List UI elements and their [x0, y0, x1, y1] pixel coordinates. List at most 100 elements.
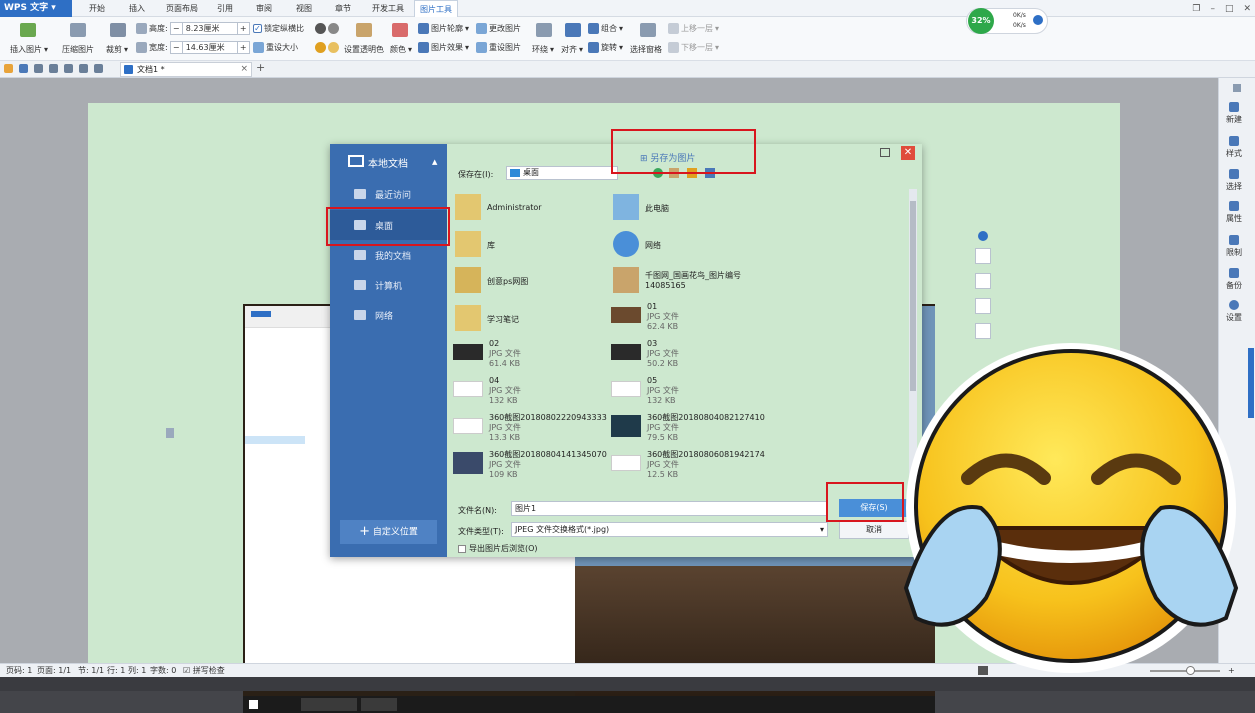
height-stepper[interactable]: −8.23厘米 + — [169, 22, 250, 35]
bring-forward-button[interactable]: 上移一层 ▾ — [668, 23, 719, 34]
crop-icon[interactable] — [975, 298, 991, 314]
pane-properties[interactable]: 属性 — [1219, 201, 1249, 224]
list-item[interactable]: 02 JPG 文件 61.4 KB — [453, 339, 521, 369]
tab-insert[interactable]: 插入 — [120, 0, 154, 17]
list-item[interactable]: 01 JPG 文件 62.4 KB — [611, 302, 679, 332]
restore-icon[interactable]: ❐ — [1192, 4, 1200, 14]
checkbox-checked-icon[interactable]: ✓ — [253, 24, 262, 33]
list-item[interactable]: 05 JPG 文件 132 KB — [611, 376, 679, 406]
save-in-select[interactable]: 桌面 — [506, 166, 618, 180]
pane-new[interactable]: 新建 — [1219, 102, 1249, 125]
close-icon[interactable]: ✕ — [1243, 4, 1251, 14]
tab-view[interactable]: 视图 — [287, 0, 321, 17]
nav-item-recent[interactable]: 最近访问 — [330, 179, 447, 209]
compress-picture-button[interactable]: 压缩图片 — [62, 44, 94, 55]
brightness-buttons[interactable] — [315, 42, 339, 53]
plus-icon[interactable]: + — [236, 23, 249, 34]
brightness-down-icon[interactable] — [328, 42, 339, 53]
reset-picture-button[interactable]: 重设图片 — [476, 42, 521, 53]
list-item[interactable]: Administrator — [455, 194, 542, 220]
pane-select[interactable]: 选择 — [1219, 169, 1249, 192]
wrap-button[interactable]: 环绕 ▾ — [532, 44, 554, 55]
width-stepper[interactable]: −14.63厘米 + — [169, 41, 250, 54]
nav-item-network[interactable]: 网络 — [330, 300, 447, 330]
selection-pane-button[interactable]: 选择窗格 — [630, 44, 662, 55]
tab-page-layout[interactable]: 页面布局 — [160, 0, 204, 17]
nav-item-computer[interactable]: 计算机 — [330, 270, 447, 300]
print-icon[interactable] — [49, 64, 58, 73]
contrast-icon[interactable] — [315, 23, 326, 34]
height-value[interactable]: 8.23厘米 — [183, 23, 237, 34]
list-item[interactable]: 04 JPG 文件 132 KB — [453, 376, 521, 406]
export-browse-checkbox[interactable]: 导出图片后浏览(O) — [458, 543, 538, 554]
send-backward-button[interactable]: 下移一层 ▾ — [668, 42, 719, 53]
contrast-down-icon[interactable] — [328, 23, 339, 34]
zoom-icon[interactable] — [975, 273, 991, 289]
maximize-icon[interactable]: □ — [1225, 4, 1234, 14]
pane-restrict[interactable]: 限制 — [1219, 235, 1249, 258]
undo-icon[interactable] — [79, 64, 88, 73]
tab-developer[interactable]: 开发工具 — [366, 0, 410, 17]
close-dialog-icon[interactable]: ✕ — [901, 146, 915, 160]
rotate-button[interactable]: 旋转 ▾ — [588, 42, 623, 53]
minus-icon[interactable]: − — [171, 42, 183, 53]
tab-references[interactable]: 引用 — [208, 0, 242, 17]
color-button[interactable]: 颜色 ▾ — [390, 44, 412, 55]
pane-settings[interactable]: 设置 — [1219, 300, 1249, 323]
width-value[interactable]: 14.63厘米 — [183, 42, 237, 53]
network-speed-widget[interactable]: 32% 0K/s 0K/s — [966, 8, 1048, 34]
list-item[interactable]: 此电脑 — [613, 194, 669, 220]
list-item[interactable]: 360截图20180804082127410 JPG 文件 79.5 KB — [611, 413, 765, 443]
layout-icon[interactable] — [975, 323, 991, 339]
pane-toggle-icon[interactable] — [1233, 84, 1241, 92]
list-item[interactable]: 网络 — [613, 231, 661, 257]
list-item[interactable]: 创意ps网图 — [455, 267, 528, 293]
maximize-icon[interactable] — [880, 148, 890, 157]
align-button[interactable]: 对齐 ▾ — [561, 44, 583, 55]
list-item[interactable]: 千图网_国画花鸟_图片编号14085165 — [613, 267, 753, 293]
brightness-icon[interactable] — [315, 42, 326, 53]
picture-outline-button[interactable]: 图片轮廓 ▾ — [418, 23, 469, 34]
filename-input[interactable]: 图片1 — [511, 501, 828, 516]
reset-size-button[interactable]: 重设大小 — [253, 42, 298, 53]
minus-icon[interactable]: − — [171, 23, 183, 34]
pane-scroll-indicator[interactable] — [1248, 348, 1254, 418]
chevron-up-icon[interactable]: ▲ — [432, 158, 437, 166]
set-transparent-button[interactable]: 设置透明色 — [344, 44, 384, 55]
contrast-buttons[interactable] — [315, 23, 339, 34]
change-picture-button[interactable]: 更改图片 — [476, 23, 521, 34]
insert-picture-button[interactable]: 插入图片 ▾ — [10, 44, 48, 55]
collapse-icon[interactable] — [978, 231, 988, 241]
wps-menu-button[interactable]: WPS 文字 ▾ — [0, 0, 72, 17]
pane-styles[interactable]: 样式 — [1219, 136, 1249, 159]
tab-review[interactable]: 审阅 — [247, 0, 281, 17]
new-tab-button[interactable]: + — [256, 61, 265, 74]
lock-ratio-checkbox[interactable]: ✓ 锁定纵横比 — [253, 23, 304, 34]
tab-chapter[interactable]: 章节 — [326, 0, 360, 17]
picture-effect-button[interactable]: 图片效果 ▾ — [418, 42, 469, 53]
tab-home[interactable]: 开始 — [80, 0, 114, 17]
checkbox-icon[interactable] — [458, 544, 466, 553]
list-item[interactable]: 库 — [455, 231, 495, 257]
group-button[interactable]: 组合 ▾ — [588, 23, 623, 34]
minimize-icon[interactable]: – — [1210, 4, 1215, 14]
open-icon[interactable] — [4, 64, 13, 73]
close-tab-icon[interactable]: × — [240, 63, 248, 76]
preview-icon[interactable] — [64, 64, 73, 73]
save-icon[interactable] — [19, 64, 28, 73]
custom-location-button[interactable]: + 自定义位置 — [340, 520, 437, 544]
plus-icon[interactable]: + — [236, 42, 249, 53]
picture-edit-icon[interactable] — [975, 248, 991, 264]
list-item[interactable]: 360截图20180804141345070 JPG 文件 109 KB — [453, 450, 607, 480]
export-icon[interactable] — [34, 64, 43, 73]
pane-backup[interactable]: 备份 — [1219, 268, 1249, 291]
crop-button[interactable]: 裁剪 ▾ — [106, 44, 128, 55]
list-item[interactable]: 360截图20180802220943333 JPG 文件 13.3 KB — [453, 413, 607, 443]
tab-picture-tools[interactable]: 图片工具 — [414, 0, 458, 17]
filetype-select[interactable]: JPEG 文件交换格式(*.jpg) ▾ — [511, 522, 828, 537]
list-item[interactable]: 学习笔记 — [455, 305, 519, 331]
redo-icon[interactable] — [94, 64, 103, 73]
spell-check-toggle[interactable]: ☑ 拼写检查 — [183, 664, 225, 677]
list-item[interactable]: 360截图20180806081942174 JPG 文件 12.5 KB — [611, 450, 765, 480]
document-tab[interactable]: 文档1 * × — [120, 62, 252, 77]
